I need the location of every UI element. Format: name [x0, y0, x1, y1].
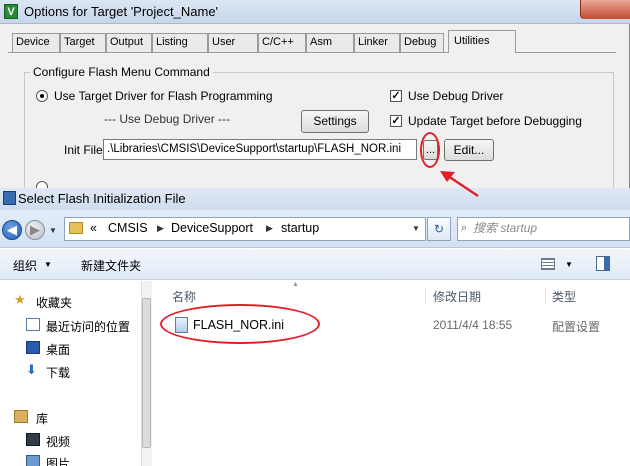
highlight-circle-file	[160, 304, 320, 344]
update-target-label: Update Target before Debugging	[408, 114, 582, 128]
forward-button[interactable]: ▶	[25, 220, 45, 240]
tab-c-cpp[interactable]: C/C++	[258, 33, 306, 52]
column-header-type[interactable]: 类型	[552, 288, 576, 305]
edit-button[interactable]: Edit...	[444, 139, 494, 161]
highlight-circle-browse	[420, 132, 440, 168]
video-icon	[26, 433, 40, 446]
view-options-icon[interactable]	[541, 258, 555, 270]
chevron-right-icon[interactable]: ▶	[266, 223, 273, 234]
update-target-checkbox[interactable]: ✓	[390, 115, 402, 127]
tab-device[interactable]: Device	[12, 33, 60, 52]
tab-output[interactable]: Output	[106, 33, 152, 52]
settings-button[interactable]: Settings	[301, 110, 369, 133]
select-file-title: Select Flash Initialization File	[18, 191, 186, 206]
column-divider[interactable]	[545, 287, 546, 305]
recent-places-icon	[26, 318, 40, 331]
nav-item-libraries[interactable]: 库	[36, 410, 48, 427]
library-icon	[14, 410, 28, 423]
desktop-icon	[26, 341, 40, 354]
use-target-driver-radio[interactable]	[36, 90, 48, 102]
nav-item-favorites[interactable]: 收藏夹	[36, 294, 72, 311]
init-file-label: Init File:	[64, 143, 107, 157]
nav-item-recent-places[interactable]: 最近访问的位置	[46, 318, 130, 335]
refresh-button[interactable]: ↻	[427, 217, 451, 241]
use-debug-driver-checkbox[interactable]: ✓	[390, 90, 402, 102]
navigation-pane	[0, 281, 152, 466]
file-type: 配置设置	[552, 320, 601, 334]
nav-item-desktop[interactable]: 桌面	[46, 341, 70, 358]
chevron-right-icon[interactable]: ▶	[157, 223, 164, 234]
star-icon: ★	[14, 292, 26, 307]
folder-icon	[69, 222, 83, 234]
keil-app-icon	[3, 191, 16, 205]
file-date: 2011/4/4 18:55	[433, 318, 513, 332]
column-header-date[interactable]: 修改日期	[433, 288, 481, 305]
breadcrumb-devicesupport[interactable]: DeviceSupport	[171, 221, 253, 235]
recent-pages-dropdown-icon[interactable]: ▼	[49, 226, 57, 235]
use-debug-driver-label: Use Debug Driver	[408, 89, 504, 103]
column-divider[interactable]	[425, 287, 426, 305]
chevron-down-icon[interactable]: ▼	[565, 260, 573, 269]
driver-select[interactable]: --- Use Debug Driver ---	[104, 112, 230, 126]
tab-debug[interactable]: Debug	[400, 33, 444, 52]
breadcrumb-overflow[interactable]: «	[90, 221, 97, 235]
breadcrumb-cmsis[interactable]: CMSIS	[108, 221, 148, 235]
init-file-input[interactable]: .\Libraries\CMSIS\DeviceSupport\startup\…	[103, 139, 417, 160]
use-target-driver-label: Use Target Driver for Flash Programming	[54, 89, 273, 103]
tab-strip-border	[8, 52, 616, 53]
picture-icon	[26, 455, 40, 466]
breadcrumb-startup[interactable]: startup	[281, 221, 319, 235]
group-title: Configure Flash Menu Command	[30, 65, 213, 79]
nav-item-pictures[interactable]: 图片	[46, 455, 70, 466]
tab-user[interactable]: User	[208, 33, 258, 52]
download-icon: ⬇	[26, 362, 37, 377]
nav-scrollbar-thumb[interactable]	[142, 298, 151, 448]
preview-pane-icon[interactable]	[596, 256, 610, 271]
tab-listing[interactable]: Listing	[152, 33, 208, 52]
nav-item-videos[interactable]: 视频	[46, 433, 70, 450]
tab-utilities[interactable]: Utilities	[448, 30, 516, 53]
nav-item-downloads[interactable]: 下载	[46, 364, 70, 381]
organize-button[interactable]: 组织	[13, 257, 37, 274]
search-icon: ⌕	[461, 222, 468, 234]
sort-arrow-icon: ▲	[292, 281, 299, 288]
chevron-down-icon: ▼	[44, 260, 52, 269]
column-header-name[interactable]: 名称	[172, 288, 196, 305]
tab-target[interactable]: Target	[60, 33, 106, 52]
options-window-title: Options for Target 'Project_Name'	[24, 4, 219, 19]
new-folder-button[interactable]: 新建文件夹	[81, 257, 141, 274]
tab-asm[interactable]: Asm	[306, 33, 354, 52]
tab-linker[interactable]: Linker	[354, 33, 400, 52]
keil-app-icon: V	[4, 4, 18, 19]
search-input[interactable]	[473, 221, 623, 235]
close-button[interactable]	[580, 0, 630, 19]
address-dropdown-icon[interactable]: ▼	[412, 224, 420, 233]
back-button[interactable]: ◀	[2, 220, 22, 240]
